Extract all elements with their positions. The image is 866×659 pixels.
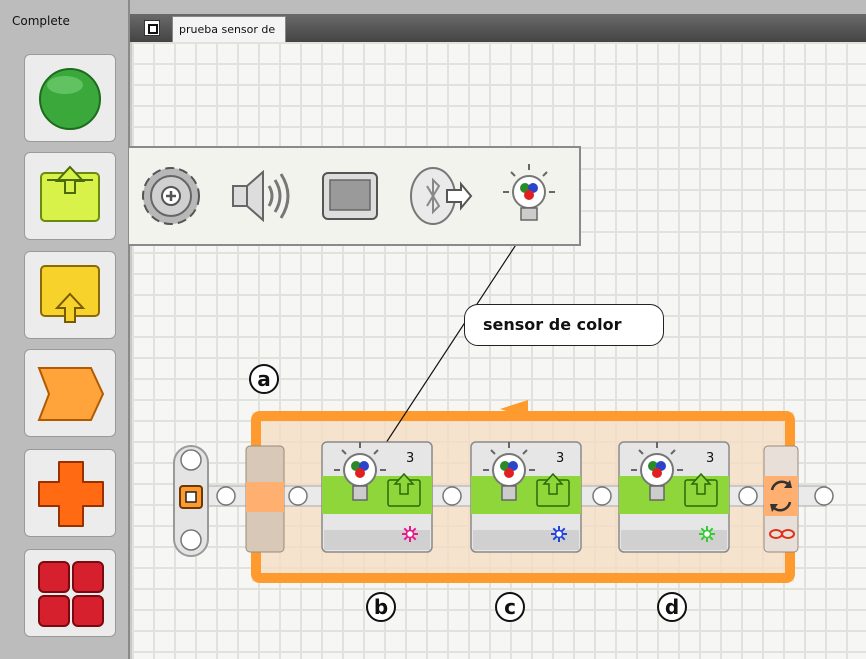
annotation-d: d: [657, 592, 687, 622]
start-port-top: [180, 449, 202, 471]
annotation-b: b: [366, 592, 396, 622]
color-lamp-icon[interactable]: [503, 164, 555, 221]
annotation-a: a: [249, 364, 279, 394]
annotation-c: c: [495, 592, 525, 622]
bluetooth-send-icon[interactable]: [410, 167, 473, 225]
popup-icons: [142, 164, 555, 225]
color-mode-icon: [699, 526, 715, 542]
start-icon-inner: [185, 491, 197, 503]
start-port-bottom: [180, 529, 202, 551]
action-palette-popup: [129, 146, 581, 246]
display-icon[interactable]: [322, 172, 378, 220]
speaker-icon[interactable]: [232, 169, 290, 223]
sensor-callout: sensor de color: [464, 304, 664, 346]
block-d-port: 3: [706, 451, 715, 466]
block-b-port: 3: [406, 451, 415, 466]
color-mode-icon: [551, 526, 567, 542]
motor-gear-icon[interactable]: [142, 167, 200, 225]
block-c-port: 3: [556, 451, 565, 466]
loop-start-band: [246, 482, 284, 512]
color-sensor-block-c[interactable]: [470, 441, 582, 553]
color-mode-icon: [402, 526, 418, 542]
program-diagram: [173, 233, 834, 583]
color-sensor-blocks: [321, 441, 730, 553]
color-sensor-block-b[interactable]: [321, 441, 433, 553]
